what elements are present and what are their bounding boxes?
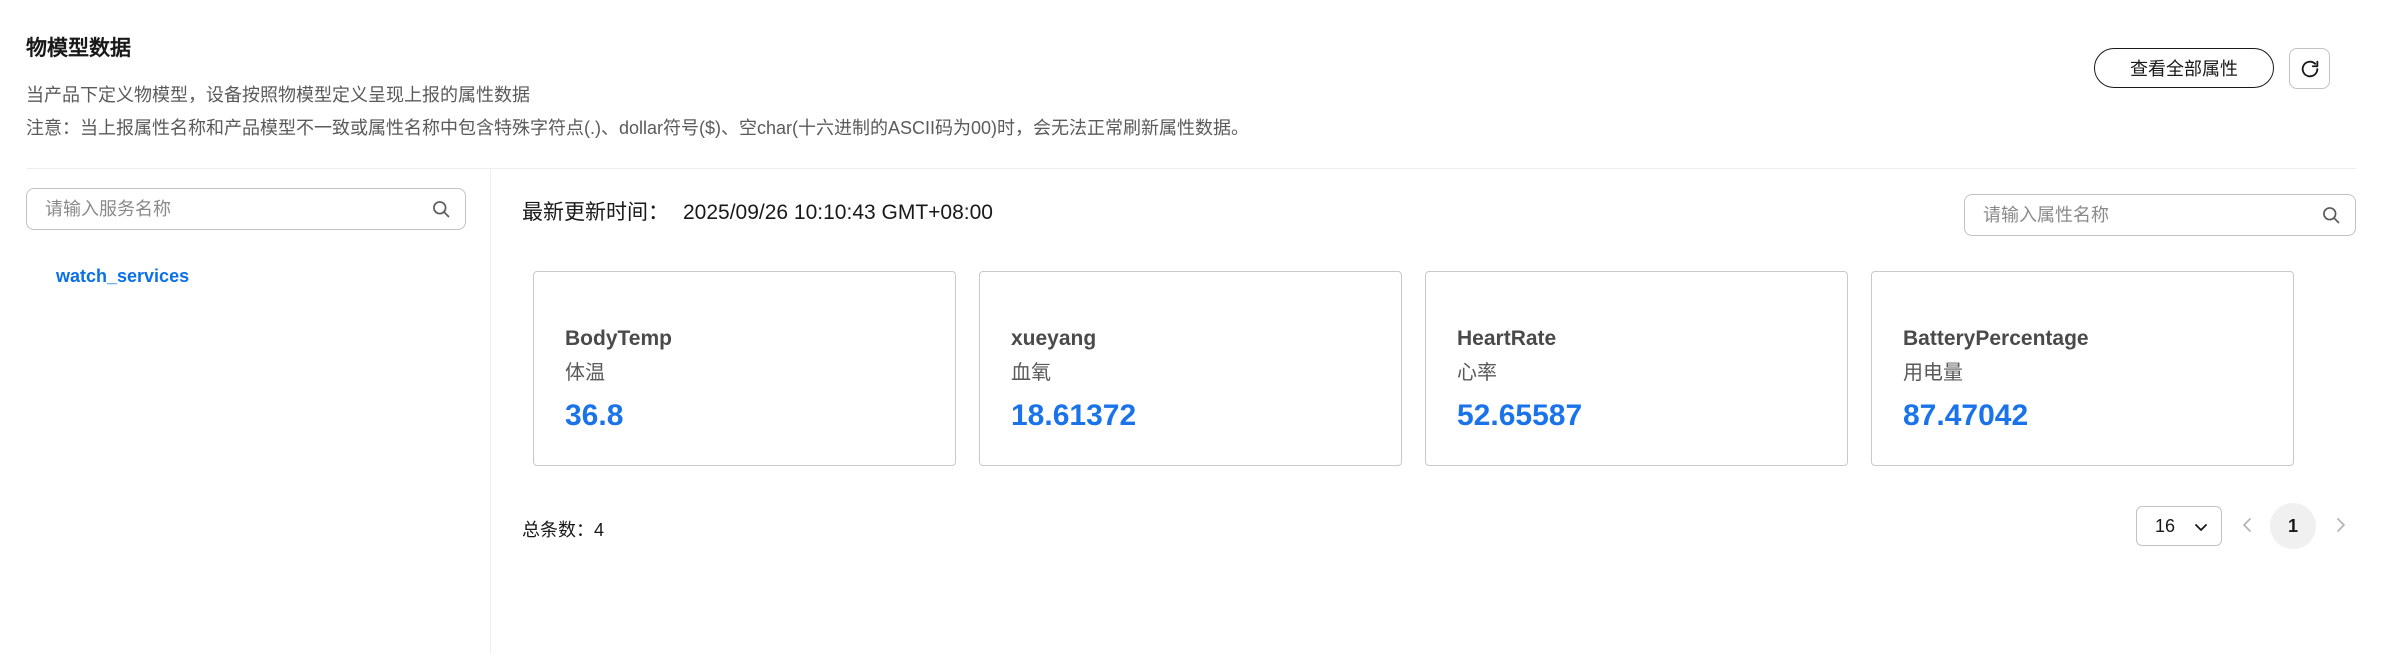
- page-header: 物模型数据 当产品下定义物模型，设备按照物模型定义呈现上报的属性数据 注意：当上…: [26, 0, 2356, 169]
- page-size-value: 16: [2155, 516, 2176, 536]
- update-time-value: 2025/09/26 10:10:43 GMT+08:00: [683, 201, 993, 224]
- property-chinese-name: 血氧: [1011, 362, 1051, 384]
- property-name: BodyTemp: [565, 327, 672, 350]
- page-size-select[interactable]: 16: [2136, 506, 2222, 546]
- property-name: BatteryPercentage: [1903, 327, 2089, 350]
- total-count: 总条数：4: [522, 520, 605, 540]
- update-time-label: 最新更新时间：: [522, 201, 669, 224]
- property-chinese-name: 用电量: [1903, 362, 1963, 384]
- property-name: HeartRate: [1457, 327, 1557, 350]
- property-name: xueyang: [1011, 327, 1097, 350]
- refresh-button[interactable]: [2289, 48, 2330, 89]
- property-chinese-name: 心率: [1457, 362, 1497, 384]
- service-search-input[interactable]: 请输入服务名称: [26, 188, 466, 230]
- page-title: 物模型数据: [26, 37, 131, 60]
- service-search-placeholder: 请输入服务名称: [45, 199, 171, 219]
- property-card-bodytemp: BodyTemp 体温 36.8: [533, 271, 956, 466]
- chevron-down-icon: [2195, 524, 2207, 531]
- property-search-placeholder: 请输入属性名称: [1983, 205, 2109, 225]
- latest-update-time: 最新更新时间： 2025/09/26 10:10:43 GMT+08:00: [522, 196, 993, 226]
- property-value: 18.61372: [1011, 399, 1137, 432]
- page-description: 当产品下定义物模型，设备按照物模型定义呈现上报的属性数据: [26, 85, 530, 105]
- page-notice: 注意：当上报属性名称和产品模型不一致或属性名称中包含特殊字符点(.)、dolla…: [26, 118, 1250, 138]
- refresh-icon: [2301, 60, 2318, 77]
- property-card-batterypercentage: BatteryPercentage 用电量 87.47042: [1871, 271, 2294, 466]
- property-search-input[interactable]: 请输入属性名称: [1964, 194, 2356, 236]
- page-number-current[interactable]: 1: [2270, 503, 2316, 549]
- sidebar-item-watch-services[interactable]: watch_services: [56, 266, 189, 287]
- property-card-heartrate: HeartRate 心率 52.65587: [1425, 271, 1848, 466]
- property-value: 87.47042: [1903, 399, 2029, 432]
- property-value: 36.8: [565, 399, 624, 432]
- property-chinese-name: 体温: [565, 362, 605, 384]
- view-all-properties-button[interactable]: 查看全部属性: [2094, 48, 2274, 88]
- property-card-xueyang: xueyang 血氧 18.61372: [979, 271, 1402, 466]
- search-icon[interactable]: [2321, 205, 2341, 225]
- search-icon[interactable]: [431, 199, 451, 219]
- prev-page-icon[interactable]: [2236, 514, 2258, 536]
- service-sidebar: 请输入服务名称 watch_services: [0, 169, 491, 654]
- next-page-icon[interactable]: [2330, 514, 2352, 536]
- property-value: 52.65587: [1457, 399, 1583, 432]
